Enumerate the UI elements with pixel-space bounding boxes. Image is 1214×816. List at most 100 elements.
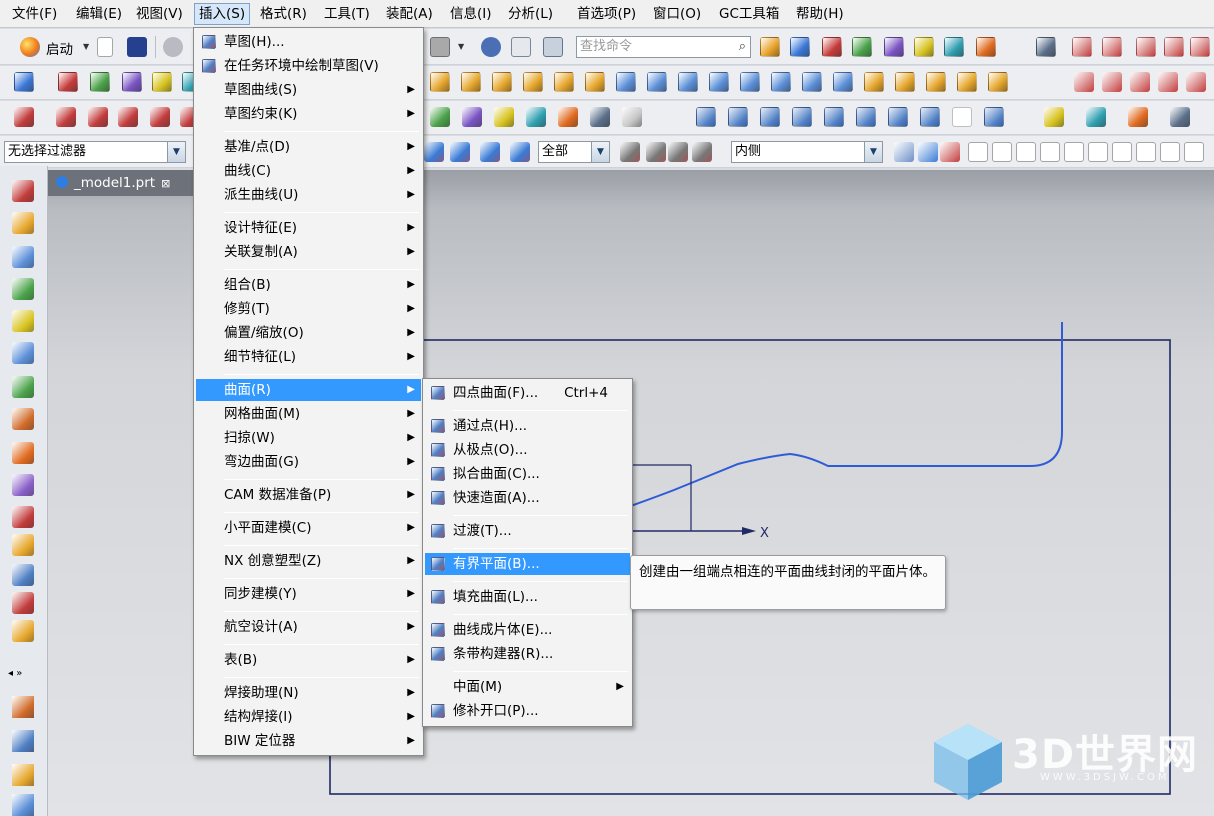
select-tool-0-icon[interactable] bbox=[424, 142, 444, 162]
menu-9[interactable]: 首选项(P) bbox=[573, 3, 640, 25]
feature-tool-2-icon[interactable] bbox=[90, 72, 110, 92]
palette-tool-5-icon[interactable] bbox=[12, 342, 34, 364]
select-tool-3-icon[interactable] bbox=[510, 142, 530, 162]
feature-tool-0-icon[interactable] bbox=[14, 72, 34, 92]
menu-11[interactable]: GC工具箱 bbox=[715, 3, 783, 25]
surface-menu-item-14[interactable]: 条带构建器(R)... bbox=[425, 643, 630, 665]
insert-menu-item-3[interactable]: 草图约束(K) ▶ bbox=[196, 103, 421, 125]
view-tool-3-icon[interactable] bbox=[792, 107, 812, 127]
insert-menu-item-14[interactable]: 偏置/缩放(O) ▶ bbox=[196, 322, 421, 344]
menu-3[interactable]: 插入(S) bbox=[194, 3, 251, 25]
surface-menu-item-17[interactable]: 修补开口(P)... bbox=[425, 700, 630, 722]
insert-menu-item-9[interactable]: 设计特征(E) ▶ bbox=[196, 217, 421, 239]
surface-menu-item-11[interactable]: 填充曲面(L)... bbox=[425, 586, 630, 608]
color-swatch-icon[interactable] bbox=[430, 37, 450, 57]
insert-menu-item-36[interactable]: BIW 定位器 ▶ bbox=[196, 730, 421, 752]
display-tool-2-icon[interactable] bbox=[1128, 107, 1148, 127]
snap-point-3-icon[interactable] bbox=[1040, 142, 1060, 162]
dropdown-arrow-icon[interactable]: ▼ bbox=[591, 142, 609, 162]
insert-menu-item-32[interactable]: 表(B) ▶ bbox=[196, 649, 421, 671]
insert-menu-item-15[interactable]: 细节特征(L) ▶ bbox=[196, 346, 421, 368]
palette-tool-11-icon[interactable] bbox=[12, 534, 34, 556]
feature-tool-3-icon[interactable] bbox=[122, 72, 142, 92]
curve-edit-tool-4-icon[interactable] bbox=[1186, 72, 1206, 92]
toolbar1-tool-4-icon[interactable] bbox=[884, 37, 904, 57]
toolbar1-tool-6-icon[interactable] bbox=[944, 37, 964, 57]
palette-tool-0-icon[interactable] bbox=[12, 180, 34, 202]
curve-tool-2-icon[interactable] bbox=[88, 107, 108, 127]
sync-tool-0-icon[interactable] bbox=[430, 107, 450, 127]
curve-edit-tool-3-icon[interactable] bbox=[1158, 72, 1178, 92]
snap-point-4-icon[interactable] bbox=[1064, 142, 1084, 162]
feature-tool-17-icon[interactable] bbox=[771, 72, 791, 92]
feature-tool-10-icon[interactable] bbox=[554, 72, 574, 92]
view-tool-2-icon[interactable] bbox=[760, 107, 780, 127]
view-tool-7-icon[interactable] bbox=[920, 107, 940, 127]
palette-scroll-icon[interactable]: ◂ » bbox=[8, 668, 22, 679]
insert-menu-item-22[interactable]: CAM 数据准备(P) ▶ bbox=[196, 484, 421, 506]
palette-tool-9-icon[interactable] bbox=[12, 474, 34, 496]
snap-mode-2-icon[interactable] bbox=[668, 142, 688, 162]
face-select-1-icon[interactable] bbox=[918, 142, 938, 162]
view-tool-9-icon[interactable] bbox=[984, 107, 1004, 127]
view-tool-4-icon[interactable] bbox=[824, 107, 844, 127]
insert-menu-item-30[interactable]: 航空设计(A) ▶ bbox=[196, 616, 421, 638]
insert-menu-item-34[interactable]: 焊接助理(N) ▶ bbox=[196, 682, 421, 704]
command-search-input[interactable]: 查找命令 ⌕ bbox=[576, 36, 751, 58]
dropdown-arrow-icon[interactable]: ▼ bbox=[864, 142, 882, 162]
curve-tool-1-icon[interactable] bbox=[56, 107, 76, 127]
palette-extra-3-icon[interactable] bbox=[12, 794, 34, 816]
sync-tool-6-icon[interactable] bbox=[622, 107, 642, 127]
chevron-down-icon[interactable]: ▼ bbox=[458, 42, 464, 51]
insert-menu-item-0[interactable]: 草图(H)... bbox=[196, 31, 421, 53]
surface-menu-item-2[interactable]: 通过点(H)... bbox=[425, 415, 630, 437]
feature-tool-24-icon[interactable] bbox=[988, 72, 1008, 92]
insert-menu-item-18[interactable]: 网格曲面(M) ▶ bbox=[196, 403, 421, 425]
insert-menu-item-7[interactable]: 派生曲线(U) ▶ bbox=[196, 184, 421, 206]
snap-mode-1-icon[interactable] bbox=[646, 142, 666, 162]
toolbar1-tool-9-icon[interactable] bbox=[1072, 37, 1092, 57]
start-button-label[interactable]: 启动 bbox=[46, 38, 73, 58]
layer-icon[interactable] bbox=[511, 37, 531, 57]
insert-menu-item-6[interactable]: 曲线(C) ▶ bbox=[196, 160, 421, 182]
palette-extra-0-icon[interactable] bbox=[12, 696, 34, 718]
feature-tool-12-icon[interactable] bbox=[616, 72, 636, 92]
insert-menu-item-26[interactable]: NX 创意塑型(Z) ▶ bbox=[196, 550, 421, 572]
insert-menu-item-24[interactable]: 小平面建模(C) ▶ bbox=[196, 517, 421, 539]
toolbar1-tool-13-icon[interactable] bbox=[1190, 37, 1210, 57]
surface-menu-item-16[interactable]: 中面(M) ▶ bbox=[425, 676, 630, 698]
toolbar1-tool-8-icon[interactable] bbox=[1036, 37, 1056, 57]
display-tool-3-icon[interactable] bbox=[1170, 107, 1190, 127]
menu-5[interactable]: 工具(T) bbox=[320, 3, 374, 25]
snap-point-0-icon[interactable] bbox=[968, 142, 988, 162]
surface-menu-item-7[interactable]: 过渡(T)... bbox=[425, 520, 630, 542]
sync-tool-1-icon[interactable] bbox=[462, 107, 482, 127]
sync-tool-5-icon[interactable] bbox=[590, 107, 610, 127]
toolbar1-tool-7-icon[interactable] bbox=[976, 37, 996, 57]
curve-tool-3-icon[interactable] bbox=[118, 107, 138, 127]
edit-object-icon[interactable] bbox=[481, 37, 501, 57]
insert-menu-item-35[interactable]: 结构焊接(I) ▶ bbox=[196, 706, 421, 728]
palette-extra-2-icon[interactable] bbox=[12, 764, 34, 786]
selection-filter-dropdown[interactable]: 无选择过滤器 ▼ bbox=[4, 141, 186, 163]
toolbar1-tool-11-icon[interactable] bbox=[1136, 37, 1156, 57]
snap-point-8-icon[interactable] bbox=[1160, 142, 1180, 162]
feature-tool-9-icon[interactable] bbox=[523, 72, 543, 92]
curve-edit-tool-0-icon[interactable] bbox=[1074, 72, 1094, 92]
feature-tool-11-icon[interactable] bbox=[585, 72, 605, 92]
menu-6[interactable]: 装配(A) bbox=[382, 3, 437, 25]
view-tool-1-icon[interactable] bbox=[728, 107, 748, 127]
snap-mode-0-icon[interactable] bbox=[620, 142, 640, 162]
menu-1[interactable]: 编辑(E) bbox=[72, 3, 126, 25]
surface-menu-item-0[interactable]: 四点曲面(F)... Ctrl+4 bbox=[425, 382, 630, 404]
palette-extra-1-icon[interactable] bbox=[12, 730, 34, 752]
nx-start-icon[interactable] bbox=[20, 37, 40, 57]
feature-tool-7-icon[interactable] bbox=[461, 72, 481, 92]
toolbar1-tool-5-icon[interactable] bbox=[914, 37, 934, 57]
snap-mode-3-icon[interactable] bbox=[692, 142, 712, 162]
toolbar1-tool-12-icon[interactable] bbox=[1164, 37, 1184, 57]
snap-point-6-icon[interactable] bbox=[1112, 142, 1132, 162]
feature-tool-13-icon[interactable] bbox=[647, 72, 667, 92]
palette-tool-7-icon[interactable] bbox=[12, 408, 34, 430]
view-tool-5-icon[interactable] bbox=[856, 107, 876, 127]
